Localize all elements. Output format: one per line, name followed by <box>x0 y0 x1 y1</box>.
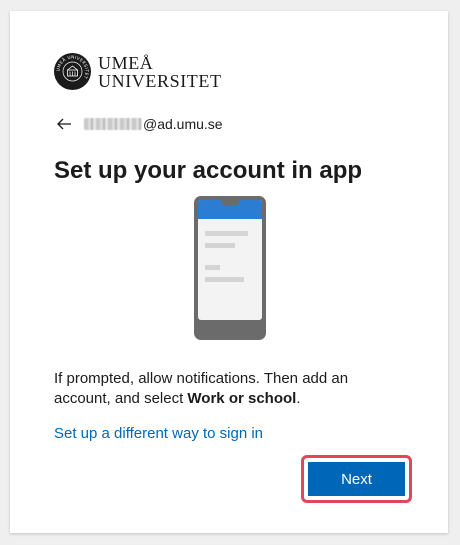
account-identity: @ad.umu.se <box>56 114 223 134</box>
instruction-text: If prompted, allow notifications. Then a… <box>54 369 384 409</box>
phone-app-illustration-icon <box>194 196 266 340</box>
different-sign-in-link[interactable]: Set up a different way to sign in <box>54 425 263 442</box>
sign-in-card: UMEÅ UNIVERSITET UMEÅ UNIVERSITET @ad.um… <box>10 11 448 533</box>
next-button[interactable]: Next <box>308 462 405 496</box>
university-logo: UMEÅ UNIVERSITET UMEÅ UNIVERSITET <box>54 53 222 90</box>
university-seal-icon: UMEÅ UNIVERSITET <box>54 53 91 90</box>
university-name: UMEÅ UNIVERSITET <box>98 54 222 90</box>
email-suffix: @ad.umu.se <box>143 116 223 132</box>
university-name-line1: UMEÅ <box>98 52 154 73</box>
university-name-line2: UNIVERSITET <box>98 70 222 91</box>
instruction-text-bold: Work or school <box>187 390 297 407</box>
next-button-highlight: Next <box>301 455 412 503</box>
redacted-username <box>84 118 142 130</box>
arrow-left-icon[interactable] <box>56 116 72 132</box>
page-title: Set up your account in app <box>54 157 363 184</box>
instruction-text-end: . <box>296 390 301 407</box>
